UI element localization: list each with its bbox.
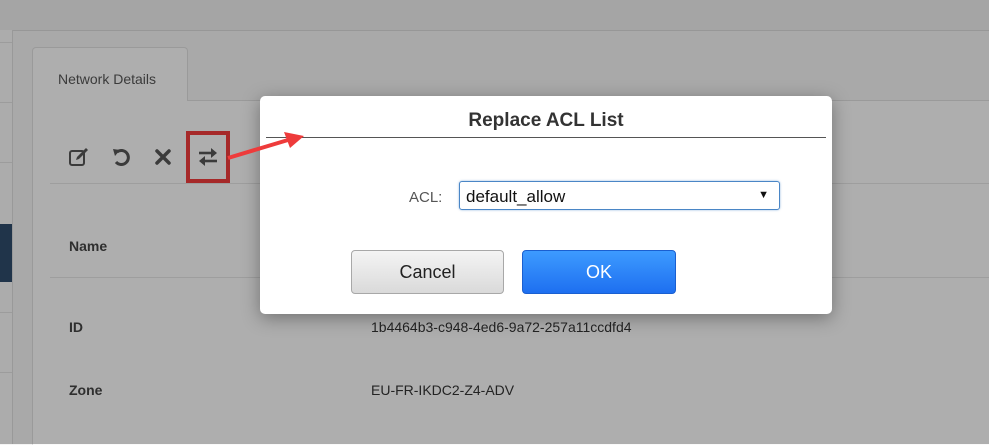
acl-select[interactable]: default_allow ▼ <box>459 181 780 210</box>
replace-acl-dialog: Replace ACL List ACL: default_allow ▼ Ca… <box>260 96 832 314</box>
annotation-arrow-icon <box>227 132 304 160</box>
dialog-title-divider <box>266 137 826 138</box>
cancel-button[interactable]: Cancel <box>351 250 504 294</box>
dialog-title: Replace ACL List <box>468 110 624 131</box>
acl-selected-value: default_allow <box>466 187 566 206</box>
ok-button[interactable]: OK <box>522 250 676 294</box>
acl-label: ACL: <box>409 189 443 206</box>
dropdown-arrow-icon: ▼ <box>758 189 769 201</box>
